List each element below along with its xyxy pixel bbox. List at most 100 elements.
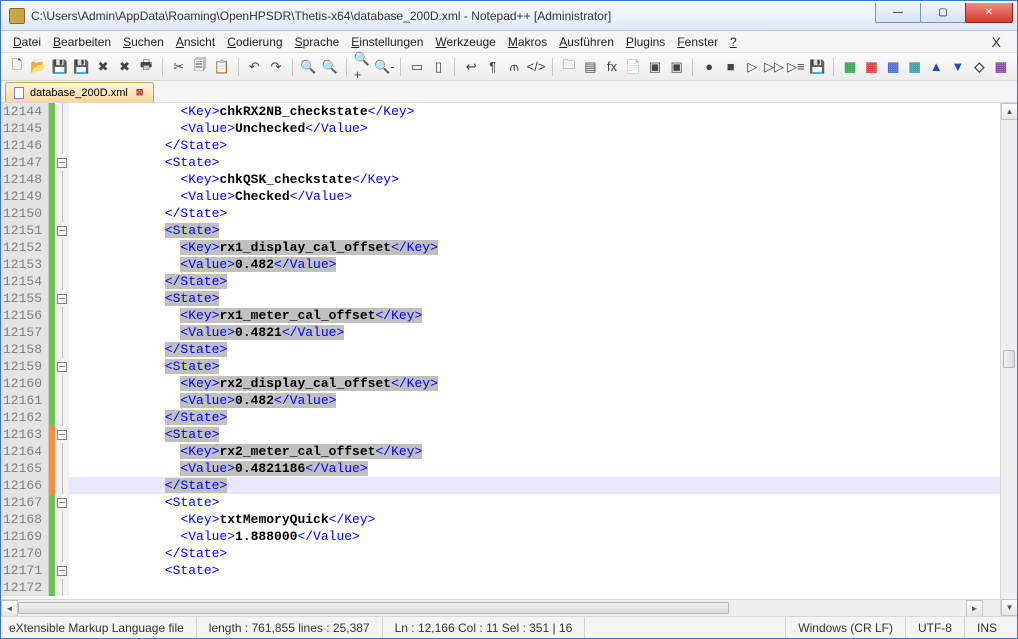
menu-item-fenster[interactable]: Fenster: [671, 33, 724, 51]
doc-map-button[interactable]: ▤: [581, 57, 601, 77]
tab-active[interactable]: database_200D.xml ⊠: [5, 82, 154, 102]
tab-close-icon[interactable]: ⊠: [134, 87, 146, 98]
maximize-button[interactable]: ▢: [920, 3, 966, 23]
menu-item-suchen[interactable]: Suchen: [117, 33, 170, 51]
code-content[interactable]: <State>: [69, 562, 1000, 579]
close-document-button[interactable]: X: [982, 34, 1011, 50]
code-content[interactable]: <Value>0.482</Value>: [69, 256, 1000, 273]
code-content[interactable]: <State>: [69, 222, 1000, 239]
find-button[interactable]: 🔍: [299, 57, 319, 77]
minimize-button[interactable]: —: [875, 3, 921, 23]
play-ff-button[interactable]: ▷▷: [764, 57, 784, 77]
open-button[interactable]: 📂: [29, 57, 49, 77]
status-eol[interactable]: Windows (CR LF): [786, 617, 906, 638]
menu-item-werkzeuge[interactable]: Werkzeuge: [429, 33, 501, 51]
menu-item-makros[interactable]: Makros: [502, 33, 553, 51]
code-line[interactable]: 12158 </State>: [1, 341, 1000, 358]
code-line[interactable]: 12166 </State>: [1, 477, 1000, 494]
wrap-button[interactable]: ↩: [461, 57, 481, 77]
zoom-out-button[interactable]: 🔍-: [374, 57, 394, 77]
code-line[interactable]: 12161 <Value>0.482</Value>: [1, 392, 1000, 409]
menu-item-plugins[interactable]: Plugins: [620, 33, 671, 51]
menu-item-sprache[interactable]: Sprache: [289, 33, 346, 51]
code-line[interactable]: 12172: [1, 579, 1000, 596]
folder-button[interactable]: 🗀: [559, 57, 579, 77]
menu-item-einstellungen[interactable]: Einstellungen: [345, 33, 429, 51]
fold-collapse-icon[interactable]: [55, 358, 69, 375]
code-content[interactable]: <Key>rx1_display_cal_offset</Key>: [69, 239, 1000, 256]
f-button[interactable]: 📄: [624, 57, 644, 77]
status-insert-mode[interactable]: INS: [965, 617, 1009, 638]
code-content[interactable]: </State>: [69, 545, 1000, 562]
c6-button[interactable]: ▼: [948, 57, 968, 77]
menu-item-codierung[interactable]: Codierung: [221, 33, 288, 51]
scroll-left-icon[interactable]: ◄: [1, 600, 18, 616]
code-line[interactable]: 12157 <Value>0.4821</Value>: [1, 324, 1000, 341]
code-content[interactable]: <State>: [69, 290, 1000, 307]
save-macro-button[interactable]: 💾: [808, 57, 828, 77]
record-button[interactable]: ●: [699, 57, 719, 77]
code-content[interactable]: <Value>Checked</Value>: [69, 188, 1000, 205]
undo-button[interactable]: ↶: [245, 57, 265, 77]
code-line[interactable]: 12160 <Key>rx2_display_cal_offset</Key>: [1, 375, 1000, 392]
indent-guide-button[interactable]: ⫙: [505, 57, 525, 77]
code-content[interactable]: </State>: [69, 273, 1000, 290]
code-line[interactable]: 12148 <Key>chkQSK_checkstate</Key>: [1, 171, 1000, 188]
replace-button[interactable]: 🔍: [320, 57, 340, 77]
code-line[interactable]: 12167 <State>: [1, 494, 1000, 511]
new-button[interactable]: 🗋: [7, 57, 27, 77]
c2-button[interactable]: ▦: [862, 57, 882, 77]
code-line[interactable]: 12152 <Key>rx1_display_cal_offset</Key>: [1, 239, 1000, 256]
vscroll-thumb[interactable]: [1003, 350, 1015, 368]
code-line[interactable]: 12155 <State>: [1, 290, 1000, 307]
code-content[interactable]: </State>: [69, 477, 1000, 494]
copy-button[interactable]: 🗐: [190, 57, 210, 77]
code-line[interactable]: 12151 <State>: [1, 222, 1000, 239]
code-line[interactable]: 12154 </State>: [1, 273, 1000, 290]
code-line[interactable]: 12169 <Value>1.888000</Value>: [1, 528, 1000, 545]
scroll-right-icon[interactable]: ►: [966, 600, 983, 616]
code-content[interactable]: <Key>rx2_meter_cal_offset</Key>: [69, 443, 1000, 460]
sync-v-button[interactable]: ▭: [407, 57, 427, 77]
monitor2-button[interactable]: ▣: [667, 57, 687, 77]
code-line[interactable]: 12156 <Key>rx1_meter_cal_offset</Key>: [1, 307, 1000, 324]
code-line[interactable]: 12145 <Value>Unchecked</Value>: [1, 120, 1000, 137]
vscroll-track[interactable]: [1001, 120, 1017, 599]
code-content[interactable]: </State>: [69, 341, 1000, 358]
close-button[interactable]: ✕: [965, 3, 1013, 23]
code-content[interactable]: </State>: [69, 137, 1000, 154]
code-line[interactable]: 12159 <State>: [1, 358, 1000, 375]
code-line[interactable]: 12164 <Key>rx2_meter_cal_offset</Key>: [1, 443, 1000, 460]
code-content[interactable]: <Value>0.4821186</Value>: [69, 460, 1000, 477]
all-chars-button[interactable]: ¶: [483, 57, 503, 77]
code-line[interactable]: 12163 <State>: [1, 426, 1000, 443]
code-line[interactable]: 12150 </State>: [1, 205, 1000, 222]
code-line[interactable]: 12165 <Value>0.4821186</Value>: [1, 460, 1000, 477]
redo-button[interactable]: ↷: [266, 57, 286, 77]
code-content[interactable]: <Value>0.4821</Value>: [69, 324, 1000, 341]
code-line[interactable]: 12170 </State>: [1, 545, 1000, 562]
menu-item-bearbeiten[interactable]: Bearbeiten: [47, 33, 117, 51]
code-content[interactable]: <Key>chkQSK_checkstate</Key>: [69, 171, 1000, 188]
scroll-up-icon[interactable]: ▲: [1001, 103, 1017, 120]
fold-collapse-icon[interactable]: [55, 494, 69, 511]
horizontal-scrollbar[interactable]: ◄ ►: [1, 600, 983, 616]
code-line[interactable]: 12146 </State>: [1, 137, 1000, 154]
close-button[interactable]: ✖: [93, 57, 113, 77]
paste-button[interactable]: 📋: [212, 57, 232, 77]
code-content[interactable]: <State>: [69, 494, 1000, 511]
c8-button[interactable]: ▦: [991, 57, 1011, 77]
menu-item-ausführen[interactable]: Ausführen: [553, 33, 620, 51]
print-button[interactable]: 🖶: [136, 57, 156, 77]
scroll-down-icon[interactable]: ▼: [1001, 599, 1017, 616]
fold-collapse-icon[interactable]: [55, 154, 69, 171]
code-line[interactable]: 12153 <Value>0.482</Value>: [1, 256, 1000, 273]
vertical-scrollbar[interactable]: ▲ ▼: [1000, 103, 1017, 616]
code-line[interactable]: 12171 <State>: [1, 562, 1000, 579]
func-button[interactable]: fx: [602, 57, 622, 77]
code-line[interactable]: 12162 </State>: [1, 409, 1000, 426]
code-content[interactable]: <Value>Unchecked</Value>: [69, 120, 1000, 137]
code-line[interactable]: 12147 <State>: [1, 154, 1000, 171]
code-line[interactable]: 12168 <Key>txtMemoryQuick</Key>: [1, 511, 1000, 528]
c1-button[interactable]: ▦: [840, 57, 860, 77]
